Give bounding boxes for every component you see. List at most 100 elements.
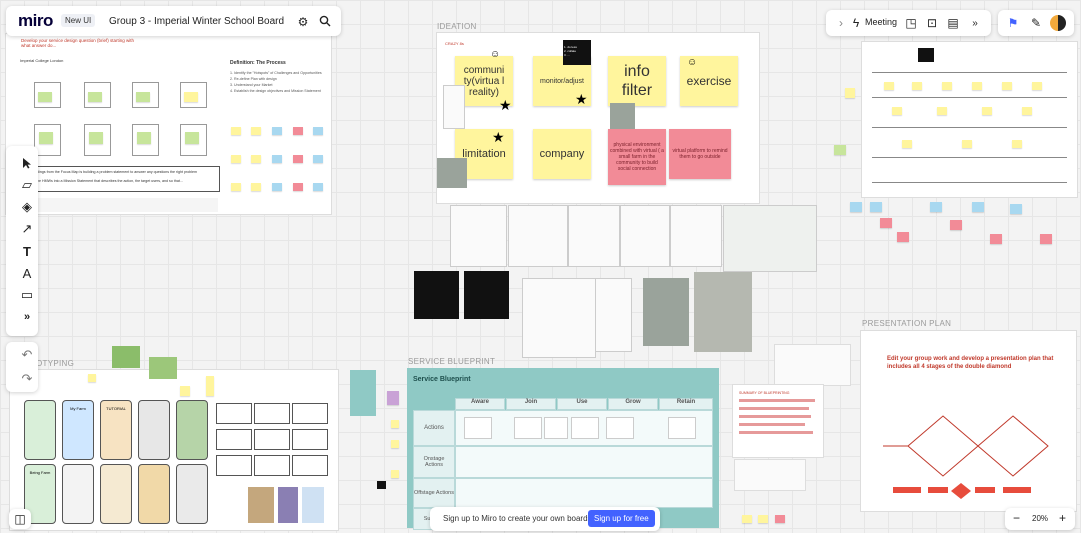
meeting-button[interactable]: Meeting — [865, 17, 897, 27]
redo-icon[interactable]: ↷ — [16, 368, 38, 390]
journey-map-frame[interactable] — [862, 42, 1077, 197]
shapes-icon[interactable]: ◈ — [16, 196, 38, 218]
more-chevron-icon[interactable]: » — [966, 14, 984, 32]
landscape-image[interactable] — [112, 346, 140, 368]
sketch-image[interactable] — [450, 205, 507, 267]
sticky-note[interactable] — [38, 92, 52, 102]
sticky-info-filter[interactable]: info filter — [608, 56, 666, 106]
photo-thumbnail[interactable] — [694, 272, 752, 352]
sticky-note[interactable] — [387, 391, 399, 405]
phone-mockup[interactable] — [176, 400, 208, 460]
sticky-note[interactable] — [293, 155, 303, 163]
sticky-note[interactable] — [89, 132, 103, 144]
sticky-note[interactable] — [180, 386, 190, 396]
sticky-note[interactable] — [272, 127, 282, 135]
black-note[interactable]: 1. do less 2. collate 3. ... — [563, 40, 591, 65]
sticky-physical-environment[interactable]: physical environment combined with virtu… — [608, 129, 666, 185]
sticky-note[interactable] — [136, 92, 150, 102]
wireframe-box[interactable] — [292, 403, 328, 424]
sticky-note[interactable] — [293, 127, 303, 135]
sticky-note[interactable] — [313, 183, 323, 191]
sticky-note[interactable] — [758, 515, 768, 523]
sticky-note[interactable] — [206, 376, 214, 396]
present-icon[interactable]: ⊡ — [923, 14, 941, 32]
text-tool-icon[interactable]: T — [16, 240, 38, 262]
dark-note[interactable] — [918, 48, 934, 62]
teal-card[interactable] — [350, 370, 376, 416]
new-ui-badge[interactable]: New UI — [61, 14, 96, 27]
sketch-image[interactable] — [443, 85, 465, 129]
lightning-icon[interactable]: ϟ — [847, 14, 865, 32]
sticky-company[interactable]: company — [533, 129, 591, 179]
sticky-note[interactable] — [231, 155, 241, 163]
sticky-note[interactable] — [184, 92, 198, 102]
frame-label-prototyping[interactable]: OTYPING — [36, 359, 74, 368]
sticky-note[interactable] — [251, 155, 261, 163]
sticky-note-icon[interactable]: ▱ — [16, 174, 38, 196]
sticky-note[interactable] — [137, 132, 151, 144]
sticky-note[interactable] — [391, 470, 399, 478]
sticky-note[interactable] — [1002, 82, 1012, 90]
sticky-note[interactable] — [884, 82, 894, 90]
text-doc-frame[interactable]: SUMMARY OF BLUEPRINTING — [733, 385, 823, 457]
sticky-note[interactable] — [39, 132, 53, 144]
sticky-note[interactable] — [942, 82, 952, 90]
photo-thumbnail[interactable] — [278, 487, 298, 523]
sticky-note[interactable] — [902, 140, 912, 148]
sketch-image[interactable] — [522, 278, 596, 358]
sticky-note[interactable] — [1010, 204, 1022, 214]
wireframe-box[interactable] — [254, 429, 290, 450]
more-tools-icon[interactable]: » — [16, 306, 38, 328]
landscape-image[interactable] — [149, 357, 177, 379]
sticky-note[interactable] — [834, 145, 846, 155]
double-diamond-diagram[interactable] — [873, 391, 1063, 501]
phone-mockup[interactable] — [62, 464, 94, 524]
board-title[interactable]: Group 3 - Imperial Winter School Board — [109, 16, 284, 27]
sticky-note[interactable] — [990, 234, 1002, 244]
frame-label-presentation[interactable]: PRESENTATION PLAN — [862, 319, 951, 328]
sticky-note[interactable] — [950, 220, 962, 230]
sticky-note[interactable] — [1012, 140, 1022, 148]
sticky-note[interactable] — [897, 232, 909, 242]
definition-frame[interactable]: Develop your service design question (br… — [6, 34, 331, 214]
connector-icon[interactable]: ↗ — [16, 218, 38, 240]
search-icon[interactable] — [316, 12, 334, 30]
dark-note[interactable] — [464, 271, 509, 319]
sticky-note[interactable] — [880, 218, 892, 228]
prototyping-frame[interactable]: My Farm TUTORIAL Being Farm — [10, 370, 338, 530]
card[interactable] — [571, 417, 599, 439]
sticky-note[interactable] — [313, 155, 323, 163]
card[interactable] — [606, 417, 634, 439]
timer-icon[interactable]: ◳ — [902, 14, 920, 32]
board-panel-toggle[interactable]: ◫ — [9, 509, 31, 529]
zoom-in-button[interactable]: + — [1059, 511, 1066, 525]
sticky-note[interactable] — [972, 82, 982, 90]
zoom-level[interactable]: 20% — [1032, 514, 1048, 523]
phone-mockup[interactable]: My Farm — [62, 400, 94, 460]
dark-note[interactable] — [414, 271, 459, 319]
comment-icon[interactable]: ▭ — [16, 284, 38, 306]
sticky-note[interactable] — [962, 140, 972, 148]
frame-label-ideation[interactable]: IDEATION — [437, 22, 477, 31]
sticky-note[interactable] — [231, 127, 241, 135]
sticky-note[interactable] — [88, 374, 96, 382]
screen-image[interactable] — [723, 205, 817, 272]
photo-thumbnail[interactable] — [437, 158, 467, 188]
wireframe-box[interactable] — [216, 455, 252, 476]
sketch-image[interactable] — [595, 278, 632, 352]
sticky-note[interactable] — [742, 515, 752, 523]
sticky-note[interactable] — [870, 202, 882, 212]
sticky-note[interactable] — [391, 420, 399, 428]
sticky-note[interactable] — [930, 202, 942, 212]
phone-mockup[interactable]: TUTORIAL — [100, 400, 132, 460]
avatar[interactable] — [1050, 15, 1066, 31]
ideation-frame[interactable]: CRAZY 8s communi ty(virtua l reality) mo… — [437, 33, 759, 203]
cursor-flag-icon[interactable]: ⚑ — [1004, 14, 1022, 32]
sticky-note[interactable] — [231, 183, 241, 191]
sketch-image[interactable] — [670, 205, 722, 267]
wireframe-box[interactable] — [254, 455, 290, 476]
card[interactable] — [668, 417, 696, 439]
sticky-note[interactable] — [775, 515, 785, 523]
select-tool-icon[interactable] — [16, 152, 38, 174]
notes-icon[interactable]: ▤ — [944, 14, 962, 32]
